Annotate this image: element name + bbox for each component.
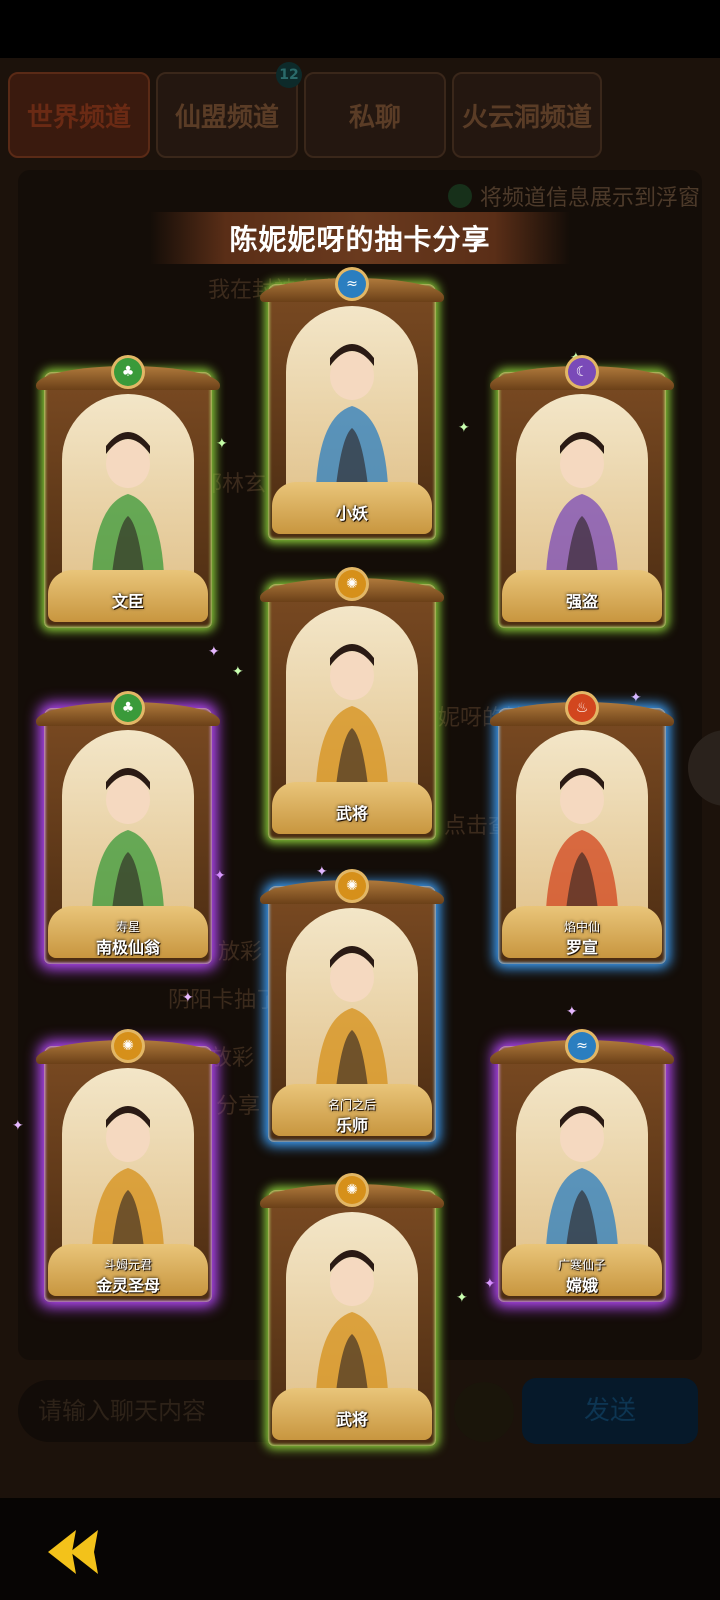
- character-portrait: [316, 644, 388, 786]
- card-portrait-area: [516, 730, 648, 920]
- card-portrait-area: [286, 1212, 418, 1402]
- card-name: 南极仙翁: [95, 938, 160, 957]
- card-name: 武将: [335, 804, 368, 823]
- back-arrow-icon[interactable]: [40, 1522, 104, 1582]
- character-card[interactable]: ♨ 焰中仙罗宣: [490, 694, 674, 964]
- card-portrait-area: [62, 394, 194, 584]
- back-arrow-shape: [48, 1530, 98, 1574]
- tab-label: 私聊: [348, 102, 401, 133]
- card-name: 强盗: [565, 592, 598, 611]
- sparkle-icon: ✦: [216, 436, 228, 452]
- moon-icon: ☾: [568, 358, 596, 386]
- float-window-option[interactable]: 将频道信息展示到浮窗: [448, 180, 700, 212]
- water-icon: ≈: [568, 1032, 596, 1060]
- sparkle-icon: ✦: [630, 690, 642, 706]
- sparkle-icon: ✦: [566, 1004, 578, 1020]
- sparkle-icon: ✦: [232, 664, 244, 680]
- tab-label: 仙盟频道: [174, 102, 279, 133]
- emoji-icon[interactable]: [454, 1382, 514, 1442]
- card-portrait-area: [516, 394, 648, 584]
- character-card[interactable]: ♣ 寿星南极仙翁: [36, 694, 220, 964]
- character-card[interactable]: ✺ 武将: [260, 1176, 444, 1446]
- tab-world-channel[interactable]: 世界频道: [8, 72, 150, 158]
- screen: 世界频道 仙盟频道 12 私聊 火云洞频道 将频道信息展示到浮窗 我在封神台中 …: [0, 0, 720, 1600]
- wood-icon: ♣: [114, 358, 142, 386]
- sparkle-icon: ✦: [458, 420, 470, 436]
- tab-alliance-channel[interactable]: 仙盟频道 12: [156, 62, 302, 158]
- character-portrait: [546, 768, 618, 910]
- card-subtitle: 斗姆元君: [103, 1258, 152, 1272]
- chat-text: 分享: [216, 1094, 261, 1119]
- card-portrait-area: [286, 908, 418, 1098]
- share-title-banner: 陈妮妮呀的抽卡分享: [150, 212, 570, 264]
- unread-badge: 12: [276, 62, 302, 88]
- chat-text: 放彩: [218, 940, 263, 965]
- card-portrait-area: [62, 730, 194, 920]
- card-portrait-area: [62, 1068, 194, 1258]
- character-portrait: [92, 1106, 164, 1248]
- character-card[interactable]: ≈ 广寒仙子嫦娥: [490, 1032, 674, 1302]
- character-card[interactable]: ♣ 文臣: [36, 358, 220, 628]
- card-name: 乐师: [335, 1116, 368, 1135]
- sun-icon: ✺: [338, 570, 366, 598]
- sparkle-icon: ✦: [12, 1118, 24, 1134]
- character-portrait: [92, 432, 164, 574]
- card-subtitle: 焰中仙: [563, 920, 600, 934]
- tab-label: 世界频道: [26, 102, 131, 133]
- sparkle-icon: ✦: [182, 990, 194, 1006]
- sparkle-icon: ✦: [316, 864, 328, 880]
- share-title: 陈妮妮呀的抽卡分享: [229, 223, 491, 256]
- sun-icon: ✺: [338, 872, 366, 900]
- character-card[interactable]: ✺ 名门之后乐师: [260, 872, 444, 1142]
- sparkle-icon: ✦: [484, 1276, 496, 1292]
- character-portrait: [316, 1250, 388, 1392]
- card-name: 金灵圣母: [95, 1276, 160, 1295]
- card-portrait-area: [286, 606, 418, 796]
- character-portrait: [92, 768, 164, 910]
- character-card[interactable]: ✺ 武将: [260, 570, 444, 840]
- card-name: 嫦娥: [565, 1276, 598, 1295]
- sparkle-icon: ✦: [214, 868, 226, 884]
- tab-fire-cave-channel[interactable]: 火云洞频道: [452, 72, 602, 158]
- checkbox-icon[interactable]: [448, 184, 472, 208]
- float-option-label: 将频道信息展示到浮窗: [480, 186, 701, 211]
- card-name: 武将: [335, 1410, 368, 1429]
- character-card[interactable]: ✺ 斗姆元君金灵圣母: [36, 1032, 220, 1302]
- sparkle-icon: ✦: [456, 1290, 468, 1306]
- card-portrait-area: [286, 306, 418, 496]
- card-portrait-area: [516, 1068, 648, 1258]
- sun-icon: ✺: [338, 1176, 366, 1204]
- wood-icon: ♣: [114, 694, 142, 722]
- character-card[interactable]: ≈ 小妖: [260, 270, 444, 540]
- card-name: 文臣: [111, 592, 144, 611]
- bottom-bar: [0, 1500, 720, 1600]
- character-portrait: [546, 1106, 618, 1248]
- character-card[interactable]: ☾ 强盗: [490, 358, 674, 628]
- card-name: 罗宣: [565, 938, 598, 957]
- character-portrait: [546, 432, 618, 574]
- tab-private-chat[interactable]: 私聊: [304, 72, 446, 158]
- card-subtitle: 广寒仙子: [557, 1258, 606, 1272]
- sparkle-icon: ✦: [208, 644, 220, 660]
- send-button[interactable]: 发送: [522, 1378, 698, 1444]
- fire-icon: ♨: [568, 694, 596, 722]
- character-portrait: [316, 946, 388, 1088]
- card-subtitle: 名门之后: [327, 1098, 376, 1112]
- status-bar: [0, 0, 720, 58]
- card-subtitle: 寿星: [115, 920, 140, 934]
- tab-label: 火云洞频道: [461, 102, 592, 133]
- water-icon: ≈: [338, 270, 366, 298]
- sun-icon: ✺: [114, 1032, 142, 1060]
- card-name: 小妖: [335, 504, 368, 523]
- character-portrait: [316, 344, 388, 486]
